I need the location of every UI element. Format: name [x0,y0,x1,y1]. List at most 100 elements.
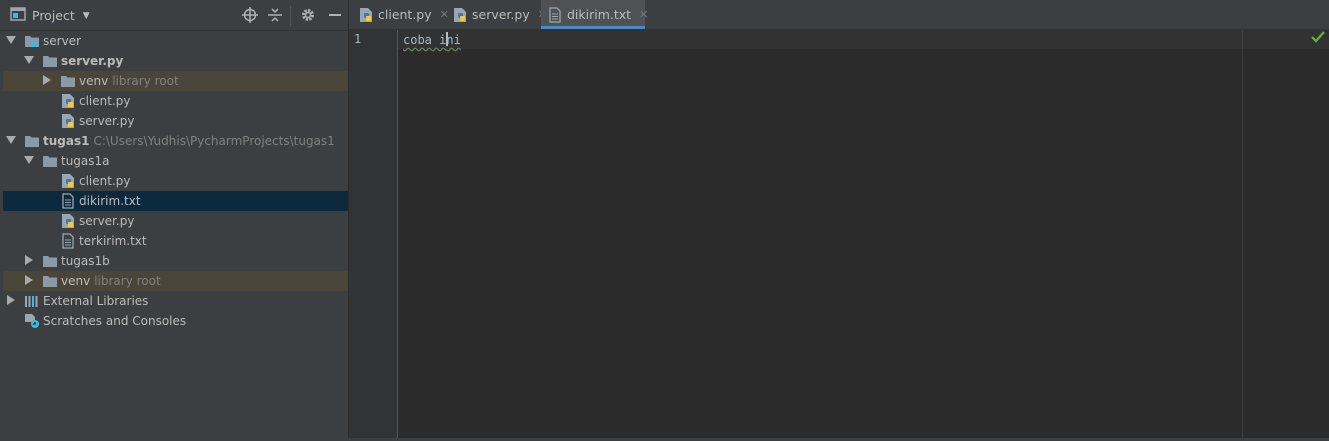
close-icon[interactable]: ✕ [639,8,648,21]
tree-item-name: tugas1a [61,154,110,168]
text-file-icon [60,193,76,209]
tree-item-label: server.py [61,54,123,68]
tree-item-label: dikirim.txt [79,194,141,208]
current-line-highlight [398,30,1329,49]
tree-item-name: server.py [79,214,135,228]
expand-arrow-right-icon[interactable] [25,255,33,265]
tree-row[interactable]: server.py [3,211,348,231]
code-text-after-caret: ni [446,33,461,47]
project-tool-window: Project ▼ server server.py venv library roo… [0,0,349,438]
tree-item-name: client.py [79,174,131,188]
expand-arrow-right-icon[interactable] [25,275,33,285]
python-file-icon [60,93,76,109]
text-file-icon [547,6,563,23]
tree-row[interactable]: server.py [3,51,348,71]
tree-item-label: server [43,34,81,48]
tree-item-name: Scratches and Consoles [43,314,187,328]
tab-label: server.py [472,7,530,22]
tab-label: dikirim.txt [567,7,632,22]
folder-icon [42,153,58,169]
libraries-icon [24,293,40,309]
tree-item-label: External Libraries [43,294,148,308]
tree-item-label: server.py [79,214,134,228]
tree-item-name: server.py [61,54,124,68]
tree-row[interactable]: venv library root [3,271,348,291]
tree-item-label: terkirim.txt [79,234,147,248]
tree-row[interactable]: server [3,31,348,51]
python-file-icon [60,113,76,129]
code-line[interactable]: coba ini [403,32,461,47]
gear-icon[interactable] [299,6,317,24]
tree-row[interactable]: External Libraries [3,291,348,311]
tree-row[interactable]: client.py [3,171,348,191]
tree-item-label: tugas1 C:\Users\Yudhis\PycharmProjects\tu… [43,134,335,148]
tree-item-name: External Libraries [43,294,149,308]
tree-row[interactable]: client.py [3,91,348,111]
right-margin-guide [1242,30,1243,438]
tree-item-name: venv [79,74,109,88]
expand-arrow-down-icon[interactable] [24,156,34,164]
scratches-icon [24,313,40,329]
locate-icon[interactable] [241,6,259,24]
folder-icon [42,253,58,269]
editor-tab[interactable]: client.py ✕ [352,0,449,29]
tree-item-label: tugas1a [61,154,110,168]
project-view-selector[interactable]: Project ▼ [10,7,90,24]
editor-text-area[interactable]: coba ini [398,30,1329,438]
expand-arrow-right-icon[interactable] [43,75,51,85]
tree-row[interactable]: dikirim.txt [3,191,348,211]
expand-arrow-down-icon[interactable] [6,136,16,144]
chevron-down-icon: ▼ [82,10,90,21]
editor-tab[interactable]: dikirim.txt ✕ [541,0,648,29]
tree-item-name: dikirim.txt [79,194,141,208]
tree-row[interactable]: Scratches and Consoles [3,311,348,331]
text-file-icon [60,233,76,249]
folder-icon [42,273,58,289]
tree-item-label: server.py [79,114,134,128]
line-number: 1 [354,32,362,46]
project-panel-header: Project ▼ [0,0,348,31]
project-view-icon [10,7,26,24]
tree-item-name: server.py [79,114,135,128]
hide-icon[interactable] [326,6,344,24]
tree-item-hint: C:\Users\Yudhis\PycharmProjects\tugas1 [93,134,335,148]
python-file-icon [452,7,468,23]
editor-tab[interactable]: server.py✕ [446,0,547,29]
expand-arrow-right-icon[interactable] [7,295,15,305]
tree-row[interactable]: server.py [3,111,348,131]
tree-item-name: tugas1b [61,254,110,268]
code-text-before-caret: coba i [403,33,447,47]
tree-item-name: venv [61,274,91,288]
tree-row[interactable]: venv library root [3,71,348,91]
tree-item-name: client.py [79,94,131,108]
editor-gutter[interactable]: 1 [349,30,398,438]
tree-row[interactable]: tugas1a [3,151,348,171]
project-panel-title: Project [32,8,75,23]
tree-item-label: venv library root [79,74,179,88]
folder-icon [42,53,58,69]
tree-item-label: tugas1b [61,254,110,268]
collapse-all-icon[interactable] [266,6,284,24]
tree-row[interactable]: tugas1 C:\Users\Yudhis\PycharmProjects\tu… [3,131,348,151]
folder-icon [24,133,40,149]
tree-item-name: terkirim.txt [79,234,147,248]
expand-arrow-down-icon[interactable] [24,56,34,64]
expand-arrow-down-icon[interactable] [6,36,16,44]
tree-item-hint: library root [94,274,161,288]
tree-item-label: Scratches and Consoles [43,314,186,328]
tree-item-label: client.py [79,94,131,108]
python-file-icon [60,173,76,189]
tree-item-name: tugas1 [43,134,90,148]
module-folder-icon [24,33,40,49]
tree-row[interactable]: terkirim.txt [3,231,348,251]
editor-tab-bar: client.py✕server.py✕ dikirim.txt ✕ [349,0,1329,30]
toolbar-separator [290,6,291,26]
python-file-icon [60,213,76,229]
tree-item-label: client.py [79,174,131,188]
inspection-ok-icon[interactable] [1311,31,1325,46]
tree-item-name: server [43,34,81,48]
tree-item-label: venv library root [61,274,161,288]
folder-icon [60,73,76,89]
tree-row[interactable]: tugas1b [3,251,348,271]
tree-item-hint: library root [112,74,179,88]
